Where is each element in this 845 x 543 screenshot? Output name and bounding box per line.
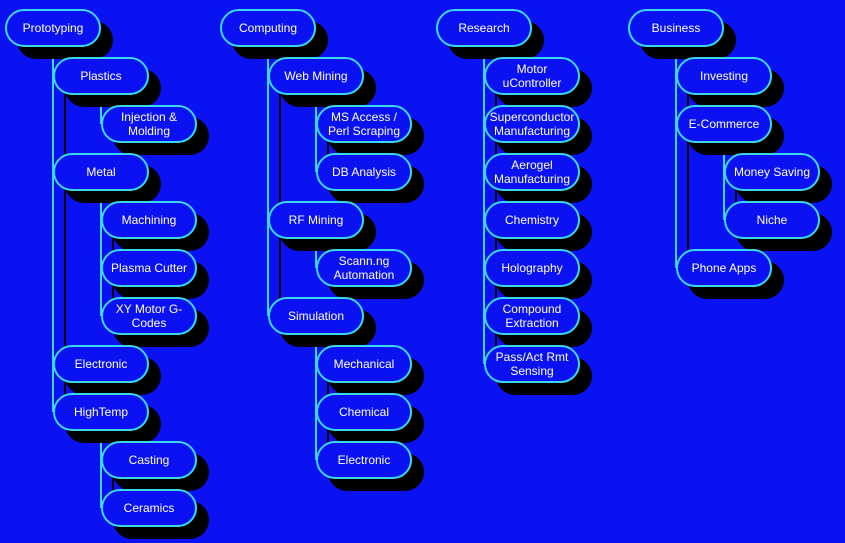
node-label: Scann.ng Automation xyxy=(333,254,395,282)
node-investing[interactable]: Investing xyxy=(676,57,772,95)
node-xy-motor-g-codes[interactable]: XY Motor G- Codes xyxy=(101,297,197,335)
node-web-mining[interactable]: Web Mining xyxy=(268,57,364,95)
node-electronic[interactable]: Electronic xyxy=(53,345,149,383)
node-plastics[interactable]: Plastics xyxy=(53,57,149,95)
node-label: Metal xyxy=(86,165,116,179)
node-label: Business xyxy=(651,21,701,35)
mind-map-diagram: Prototyping Plastics Injection & Molding Me… xyxy=(0,0,845,543)
node-injection-molding[interactable]: Injection & Molding xyxy=(101,105,197,143)
root-node-prototyping[interactable]: Prototyping xyxy=(5,9,101,47)
node-label: MS Access / Perl Scraping xyxy=(327,110,401,138)
node-label: Electronic xyxy=(74,357,128,371)
node-chemistry[interactable]: Chemistry xyxy=(484,201,580,239)
node-label: Chemical xyxy=(338,405,389,419)
node-label: Aerogel Manufacturing xyxy=(493,158,571,186)
node-hightemp[interactable]: HighTemp xyxy=(53,393,149,431)
node-chemical[interactable]: Chemical xyxy=(316,393,412,431)
node-casting[interactable]: Casting xyxy=(101,441,197,479)
node-label: Plastics xyxy=(80,69,122,83)
node-label: Casting xyxy=(128,453,170,467)
node-label: Phone Apps xyxy=(691,261,757,275)
node-superconductor-manufacturing[interactable]: Superconductor Manufacturing xyxy=(484,105,580,143)
root-node-computing[interactable]: Computing xyxy=(220,9,316,47)
node-label: DB Analysis xyxy=(331,165,397,179)
node-label: Prototyping xyxy=(22,21,84,35)
node-ceramics[interactable]: Ceramics xyxy=(101,489,197,527)
node-label: Simulation xyxy=(287,309,345,323)
node-label: Money Saving xyxy=(733,165,811,179)
node-label: Mechanical xyxy=(333,357,395,371)
node-rf-mining[interactable]: RF Mining xyxy=(268,201,364,239)
node-label: Injection & Molding xyxy=(120,110,178,138)
node-label: Compound Extraction xyxy=(502,302,562,330)
node-motor-ucontroller[interactable]: Motor uController xyxy=(484,57,580,95)
node-label: Investing xyxy=(699,69,749,83)
node-scann-ng-automation[interactable]: Scann.ng Automation xyxy=(316,249,412,287)
node-label: Web Mining xyxy=(284,69,348,83)
node-ms-access-perl-scraping[interactable]: MS Access / Perl Scraping xyxy=(316,105,412,143)
node-label: Niche xyxy=(756,213,788,227)
node-label: HighTemp xyxy=(73,405,129,419)
node-electronic[interactable]: Electronic xyxy=(316,441,412,479)
node-label: Holography xyxy=(501,261,563,275)
node-label: Superconductor Manufacturing xyxy=(489,110,575,138)
node-label: Motor uController xyxy=(502,62,562,90)
node-phone-apps[interactable]: Phone Apps xyxy=(676,249,772,287)
node-label: RF Mining xyxy=(288,213,344,227)
node-label: Electronic xyxy=(337,453,391,467)
node-mechanical[interactable]: Mechanical xyxy=(316,345,412,383)
node-plasma-cutter[interactable]: Plasma Cutter xyxy=(101,249,197,287)
node-machining[interactable]: Machining xyxy=(101,201,197,239)
node-label: Machining xyxy=(121,213,177,227)
node-aerogel-manufacturing[interactable]: Aerogel Manufacturing xyxy=(484,153,580,191)
node-simulation[interactable]: Simulation xyxy=(268,297,364,335)
node-e-commerce[interactable]: E-Commerce xyxy=(676,105,772,143)
node-label: Chemistry xyxy=(504,213,559,227)
root-node-business[interactable]: Business xyxy=(628,9,724,47)
node-label: Research xyxy=(458,21,510,35)
node-pass-act-rmt-sensing[interactable]: Pass/Act Rmt Sensing xyxy=(484,345,580,383)
node-label: XY Motor G- Codes xyxy=(115,302,183,330)
node-label: Ceramics xyxy=(123,501,175,515)
node-metal[interactable]: Metal xyxy=(53,153,149,191)
node-label: Computing xyxy=(238,21,298,35)
node-label: Pass/Act Rmt Sensing xyxy=(495,350,569,378)
node-label: Plasma Cutter xyxy=(110,261,188,275)
node-money-saving[interactable]: Money Saving xyxy=(724,153,820,191)
node-holography[interactable]: Holography xyxy=(484,249,580,287)
node-db-analysis[interactable]: DB Analysis xyxy=(316,153,412,191)
root-node-research[interactable]: Research xyxy=(436,9,532,47)
node-compound-extraction[interactable]: Compound Extraction xyxy=(484,297,580,335)
node-niche[interactable]: Niche xyxy=(724,201,820,239)
node-label: E-Commerce xyxy=(688,117,760,131)
